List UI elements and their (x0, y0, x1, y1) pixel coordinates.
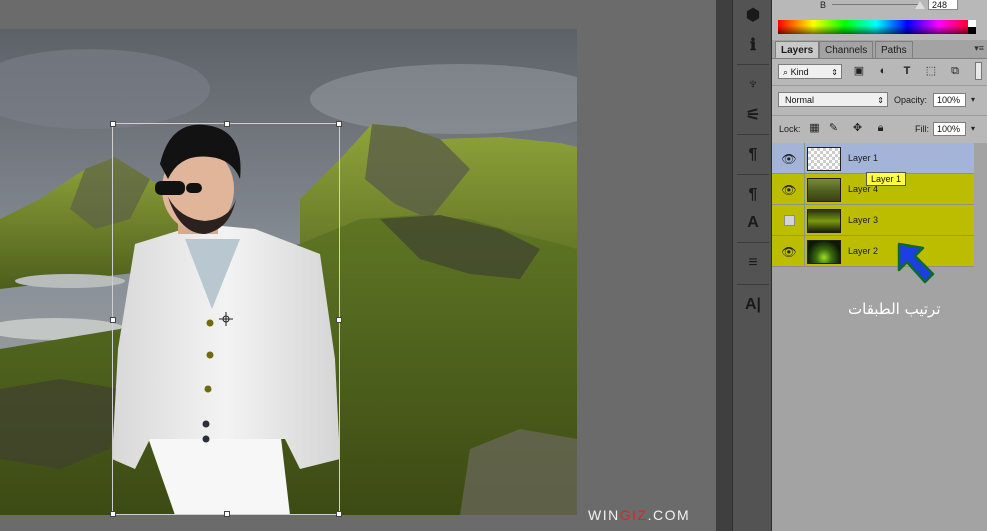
filter-type-icon[interactable]: T (900, 64, 914, 78)
blue-slider-thumb[interactable] (915, 1, 925, 9)
color-spectrum-ramp[interactable] (778, 20, 974, 34)
tab-layers[interactable]: Layers (775, 41, 820, 58)
layer-name[interactable]: Layer 3 (848, 215, 878, 225)
eye-icon: 👁︎ (781, 182, 797, 197)
layers-panel-group: B 248 Layers Channels Paths ▾≡ ⌕ Kind ⇕ ▣… (772, 0, 987, 531)
transform-center-point-icon[interactable] (219, 312, 233, 326)
canvas-workspace[interactable]: WINGIZ.COM (0, 0, 716, 531)
filter-toggle-switch[interactable] (975, 62, 982, 80)
opacity-label: Opacity: (894, 95, 928, 105)
fill-label: Fill: (915, 124, 929, 134)
color-panel: B 248 (772, 0, 987, 41)
fill-field[interactable]: 100% (933, 122, 966, 136)
chevron-down-icon: ⇕ (831, 68, 838, 77)
transform-handle-top-right[interactable] (336, 121, 342, 127)
blue-channel-label: B (820, 0, 827, 10)
filter-shape-icon[interactable]: ⬚ (924, 64, 938, 78)
layer-row-layer-1[interactable]: 👁︎ Layer 1 (772, 143, 974, 174)
layer-tooltip: Layer 1 (866, 172, 907, 186)
visibility-toggle[interactable]: 👁︎ (778, 236, 800, 267)
lock-row: Lock: ▦ ✎ ✥ 🔒︎ Fill: 100% ▾ (772, 115, 987, 144)
lock-position-icon[interactable]: ✥ (851, 122, 864, 135)
visibility-toggle[interactable]: 👁︎ (778, 143, 800, 174)
layer-name[interactable]: Layer 1 (848, 153, 878, 163)
watermark-highlight: GIZ (619, 507, 648, 523)
info-icon[interactable]: ℹ (740, 34, 766, 56)
annotation-caption: ترتيب الطبقات (848, 300, 941, 318)
layer-name[interactable]: Layer 2 (848, 246, 878, 256)
black-white-swatch[interactable] (968, 20, 976, 34)
filter-pixel-icon[interactable]: ▣ (852, 64, 866, 78)
search-icon: ⌕ (783, 67, 789, 77)
transform-handle-right[interactable] (336, 317, 342, 323)
fill-dropdown-icon[interactable]: ▾ (971, 124, 975, 133)
filter-kind-label: Kind (790, 67, 809, 77)
blend-row: Normal ⇕ Opacity: 100% ▾ (772, 85, 987, 116)
annotation-arrow-icon (897, 242, 935, 284)
cube-3d-icon[interactable]: ⬢ (740, 4, 766, 26)
blend-mode-select[interactable]: Normal ⇕ (778, 92, 888, 107)
eye-icon: 👁︎ (781, 244, 797, 259)
tab-channels[interactable]: Channels (819, 41, 874, 58)
layer-row-layer-2[interactable]: 👁︎ Layer 2 (772, 236, 974, 267)
transform-handle-bottom-right[interactable] (336, 511, 342, 517)
lock-transparent-pixels-icon[interactable]: ▦ (808, 122, 821, 135)
opacity-field[interactable]: 100% (933, 93, 966, 107)
paragraph-icon[interactable]: ¶ (740, 144, 766, 166)
filter-smart-object-icon[interactable]: ⧉ (948, 64, 962, 78)
tab-paths[interactable]: Paths (875, 41, 913, 58)
filter-kind-select[interactable]: ⌕ Kind ⇕ (778, 64, 842, 79)
character-icon[interactable]: A| (740, 294, 766, 316)
transform-handle-bottom[interactable] (224, 511, 230, 517)
panel-menu-icon[interactable]: ▾≡ (974, 43, 984, 54)
panel-tabs: Layers Channels Paths ▾≡ (772, 40, 987, 59)
layers-list: 👁︎ Layer 1 👁︎ Layer 4 Layer 3 👁︎ Layer 2 (772, 143, 987, 531)
layer-thumbnail (807, 240, 841, 264)
layer-thumbnail (807, 209, 841, 233)
free-transform-bounding-box[interactable] (110, 121, 342, 517)
brush-presets-icon[interactable]: ♆ (740, 74, 766, 96)
layer-row-layer-3[interactable]: Layer 3 (772, 205, 974, 236)
transform-handle-top[interactable] (224, 121, 230, 127)
visibility-toggle[interactable]: 👁︎ (778, 174, 800, 205)
hidden-visibility-box (783, 215, 795, 226)
paragraph-styles-icon[interactable]: ¶ (740, 184, 766, 206)
watermark-prefix: WIN (588, 507, 620, 523)
watermark-text: WINGIZ.COM (588, 507, 690, 523)
character-styles-icon[interactable]: A (740, 212, 766, 234)
transform-handle-left[interactable] (110, 317, 116, 323)
blend-mode-value: Normal (785, 95, 815, 105)
collapsed-panel-icons: ⬢ ℹ ♆ ⚟ ¶ ¶ A ≡ A| (732, 0, 772, 531)
filter-adjustment-icon[interactable]: ◐ (876, 64, 890, 78)
layer-filter-row: ⌕ Kind ⇕ ▣ ◐ T ⬚ ⧉ (772, 58, 987, 86)
layer-thumbnail (807, 147, 841, 171)
watermark-suffix: .COM (647, 507, 691, 523)
transform-handle-top-left[interactable] (110, 121, 116, 127)
adjustments-icon[interactable]: ⚟ (740, 104, 766, 126)
chevron-down-icon: ⇕ (877, 96, 884, 105)
glyphs-icon[interactable]: ≡ (740, 252, 766, 274)
blue-channel-slider[interactable] (832, 4, 922, 5)
lock-label: Lock: (779, 124, 801, 134)
lock-image-pixels-icon[interactable]: ✎ (827, 122, 840, 135)
lock-all-icon[interactable]: 🔒︎ (874, 122, 887, 135)
visibility-toggle[interactable] (778, 205, 800, 236)
transform-handle-bottom-left[interactable] (110, 511, 116, 517)
blue-channel-value[interactable]: 248 (928, 0, 958, 10)
panel-dock-divider (716, 0, 732, 531)
eye-icon: 👁︎ (781, 151, 797, 166)
layer-thumbnail (807, 178, 841, 202)
opacity-dropdown-icon[interactable]: ▾ (971, 95, 975, 104)
